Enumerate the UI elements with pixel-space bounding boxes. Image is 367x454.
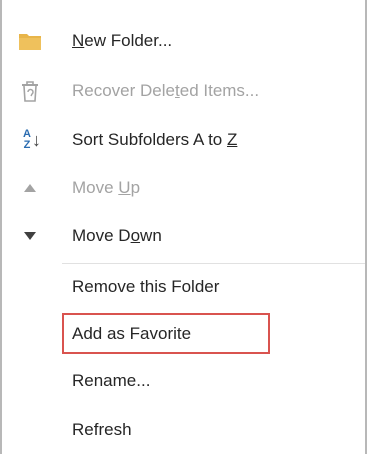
context-menu: New Folder... Recover Deleted Items... A… [0, 0, 367, 454]
triangle-down-icon [18, 224, 42, 248]
menu-item-sort-subfolders[interactable]: A Z ↓ Sort Subfolders A to Z [2, 118, 365, 162]
menu-item-new-folder[interactable]: New Folder... [2, 19, 365, 63]
recycle-bin-icon [18, 79, 42, 103]
menu-item-move-down[interactable]: Move Down [2, 214, 365, 258]
menu-separator [62, 263, 365, 264]
menu-item-remove-folder[interactable]: Remove this Folder [2, 265, 365, 309]
menu-item-refresh[interactable]: Refresh [2, 408, 365, 452]
menu-item-move-up[interactable]: Move Up [2, 166, 365, 210]
menu-item-rename[interactable]: Rename... [2, 359, 365, 403]
menu-item-label: Recover Deleted Items... [72, 81, 260, 100]
sort-arrow-icon: ↓ [31, 129, 41, 150]
menu-item-label: Sort Subfolders A to Z [72, 130, 238, 149]
triangle-up-icon [18, 176, 42, 200]
menu-item-label: Refresh [72, 420, 132, 439]
menu-item-label: Remove this Folder [72, 277, 220, 296]
menu-item-label: New Folder... [72, 31, 173, 50]
menu-item-recover-deleted-items[interactable]: Recover Deleted Items... [2, 69, 365, 113]
sort-az-icon: A Z ↓ [20, 128, 44, 152]
sort-icon-bottom-letter: Z [23, 139, 31, 151]
highlight-box [62, 313, 270, 354]
menu-item-label: Move Up [72, 178, 141, 197]
menu-item-label: Rename... [72, 371, 151, 390]
folder-icon [18, 29, 42, 53]
menu-item-label: Move Down [72, 226, 162, 245]
